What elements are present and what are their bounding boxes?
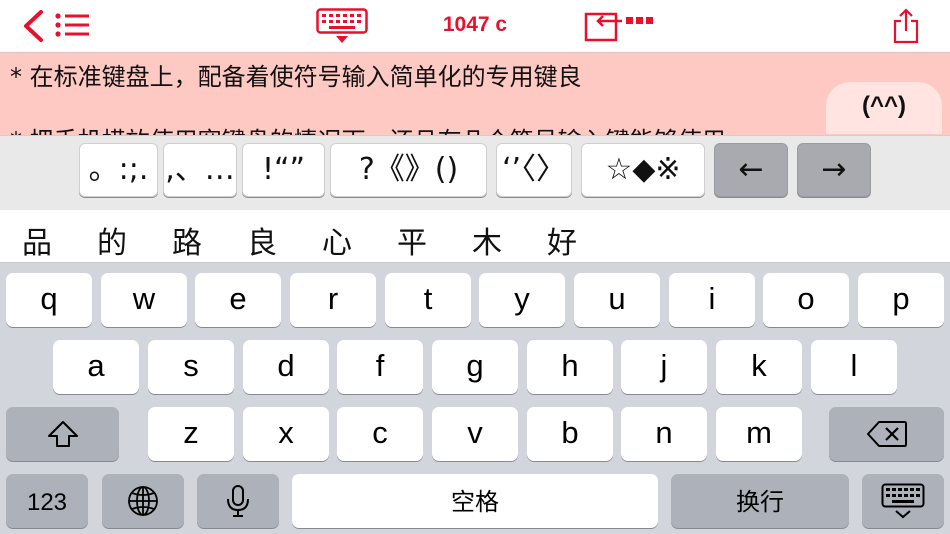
- key-d[interactable]: d: [243, 340, 329, 394]
- space-key[interactable]: 空格: [292, 474, 658, 528]
- symbol-key[interactable]: ?《》(): [330, 143, 487, 197]
- key-p[interactable]: p: [858, 273, 944, 327]
- key-u[interactable]: u: [574, 273, 660, 327]
- symbol-key[interactable]: 。:;.: [79, 143, 158, 197]
- key-i[interactable]: i: [669, 273, 755, 327]
- candidate-item[interactable]: 路: [172, 218, 202, 262]
- text-line: * 把手机横放使用宽键盘的情况下，还且有几个符号输入键能够使用: [10, 121, 726, 135]
- candidate-item[interactable]: 良: [247, 218, 277, 262]
- key-m[interactable]: m: [716, 407, 802, 461]
- keyboard: q w e r t y u i o p a s d f g h j k l z …: [0, 263, 950, 534]
- key-n[interactable]: n: [621, 407, 707, 461]
- text-editor[interactable]: * 在标准键盘上，配备着使符号输入简单化的专用键良 * 把手机横放使用宽键盘的情…: [0, 53, 950, 135]
- text-line: * 在标准键盘上，配备着使符号输入简单化的专用键良: [10, 63, 582, 91]
- shift-key[interactable]: [6, 407, 119, 461]
- candidate-item[interactable]: 心: [322, 218, 352, 262]
- key-g[interactable]: g: [432, 340, 518, 394]
- return-key[interactable]: 换行: [671, 474, 849, 528]
- globe-key[interactable]: [102, 474, 184, 528]
- candidate-item[interactable]: 品: [22, 218, 52, 262]
- candidate-item[interactable]: 平: [397, 218, 427, 262]
- key-o[interactable]: o: [763, 273, 849, 327]
- key-v[interactable]: v: [432, 407, 518, 461]
- key-k[interactable]: k: [716, 340, 802, 394]
- share-icon[interactable]: [892, 8, 920, 48]
- back-chevron-icon[interactable]: [20, 9, 46, 47]
- key-a[interactable]: a: [53, 340, 139, 394]
- key-q[interactable]: q: [6, 273, 92, 327]
- candidate-item[interactable]: 木: [472, 218, 502, 262]
- dictation-key[interactable]: [197, 474, 279, 528]
- key-f[interactable]: f: [337, 340, 423, 394]
- symbol-key[interactable]: ‘’〈〉: [496, 143, 572, 197]
- symbol-key[interactable]: ☆◆※: [581, 143, 705, 197]
- key-y[interactable]: y: [479, 273, 565, 327]
- key-h[interactable]: h: [527, 340, 613, 394]
- key-t[interactable]: t: [385, 273, 471, 327]
- key-w[interactable]: w: [101, 273, 187, 327]
- keyboard-dismiss-icon[interactable]: [316, 8, 368, 48]
- return-key-label: 换行: [736, 489, 784, 516]
- key-j[interactable]: j: [621, 340, 707, 394]
- key-b[interactable]: b: [527, 407, 613, 461]
- key-z[interactable]: z: [148, 407, 234, 461]
- emoticon-button[interactable]: (^^): [826, 82, 942, 134]
- space-key-label: 空格: [451, 489, 499, 516]
- symbol-key[interactable]: !“”: [242, 143, 325, 197]
- symbol-key[interactable]: ,、…: [163, 143, 237, 197]
- insert-text-icon[interactable]: [584, 10, 656, 46]
- cursor-right-key[interactable]: →: [797, 143, 871, 197]
- numbers-key-label: 123: [26, 489, 68, 516]
- top-toolbar: 1047 c: [0, 0, 950, 53]
- candidate-bar: 品 的 路 良 心 平 木 好: [0, 210, 950, 263]
- candidate-item[interactable]: 的: [97, 218, 127, 262]
- key-l[interactable]: l: [811, 340, 897, 394]
- key-e[interactable]: e: [195, 273, 281, 327]
- candidate-item[interactable]: 好: [547, 218, 577, 262]
- list-icon[interactable]: [54, 12, 90, 42]
- key-x[interactable]: x: [243, 407, 329, 461]
- cursor-left-key[interactable]: ←: [714, 143, 788, 197]
- key-c[interactable]: c: [337, 407, 423, 461]
- character-count: 1047 c: [442, 13, 508, 36]
- numbers-key[interactable]: 123: [6, 474, 88, 528]
- symbol-bar: 。:;. ,、… !“” ?《》() ‘’〈〉 ☆◆※ ← →: [0, 135, 950, 210]
- keyboard-hide-key[interactable]: [862, 474, 944, 528]
- key-s[interactable]: s: [148, 340, 234, 394]
- key-r[interactable]: r: [290, 273, 376, 327]
- delete-key[interactable]: [829, 407, 944, 461]
